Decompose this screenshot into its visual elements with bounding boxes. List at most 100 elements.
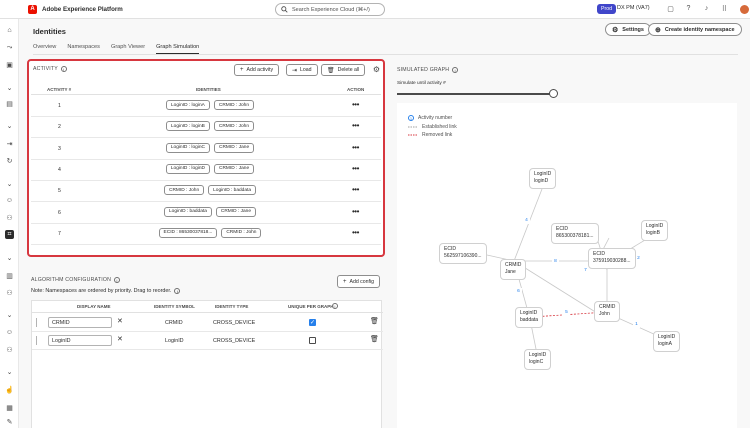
drag-handle[interactable]	[36, 318, 40, 327]
help-icon[interactable]: ?	[684, 4, 693, 13]
monitoring-icon[interactable]: ▦	[5, 403, 14, 412]
delete-all-button[interactable]: 🗑 Delete all	[321, 64, 366, 76]
sandbox-badge[interactable]: Prod	[597, 4, 616, 14]
org-switcher[interactable]: DX PM (VA7)	[617, 5, 650, 11]
add-activity-button[interactable]: + Add activity	[234, 64, 280, 76]
profiles-icon[interactable]: ☺	[5, 196, 14, 205]
more-actions-icon[interactable]: •••	[352, 143, 359, 152]
info-icon[interactable]: i	[332, 303, 338, 309]
identity-chip[interactable]: LoginID : loginA	[166, 100, 210, 110]
more-actions-icon[interactable]: •••	[352, 164, 359, 173]
identity-chip[interactable]: LoginID : baddata	[208, 185, 256, 196]
chevron-down-icon[interactable]: ⌄	[5, 121, 14, 130]
identity-chip[interactable]: LoginID : loginB	[166, 121, 210, 132]
dashboards-icon[interactable]: ▤	[5, 99, 14, 108]
search-input[interactable]: Search Experience Cloud (⌘+/)	[275, 3, 385, 16]
more-actions-icon[interactable]: •••	[352, 185, 359, 194]
more-actions-icon[interactable]: •••	[352, 100, 359, 109]
app-switcher-icon[interactable]: ⠿	[720, 4, 729, 13]
avatar[interactable]	[740, 5, 749, 14]
activity-row[interactable]: 5 CRMID : John LoginID : baddata •••	[31, 181, 381, 203]
info-icon[interactable]: i	[174, 288, 181, 294]
settings-button[interactable]: ⚙ Settings	[605, 23, 651, 36]
more-actions-icon[interactable]: •••	[352, 228, 359, 237]
activity-row[interactable]: 4 LoginID : loginD CRMID : Jane •••	[31, 160, 381, 181]
identity-chip[interactable]: CRMID : Jane	[214, 142, 255, 153]
activity-row[interactable]: 6 LoginID : baddata CRMID : Jane •••	[31, 203, 381, 224]
identity-chip[interactable]: ECID : 86530037818...	[158, 227, 218, 238]
adobe-logo[interactable]: A	[28, 4, 37, 14]
display-name-field[interactable]: CRMID	[48, 317, 112, 328]
connections-icon[interactable]: ⚇	[5, 288, 14, 297]
edit-icon[interactable]: ✎	[5, 417, 14, 426]
node-value: Jane	[505, 269, 516, 276]
node-loginB[interactable]: LoginID loginB	[641, 220, 669, 241]
close-icon[interactable]: ✕	[117, 335, 123, 343]
config-row[interactable]: CRMID ✕ CRMID CROSS_DEVICE ✓ 🗑	[32, 314, 383, 332]
load-label: Load	[300, 67, 312, 73]
add-config-button[interactable]: + Add config	[337, 275, 381, 288]
node-baddata[interactable]: LoginID baddata	[515, 307, 544, 328]
home-icon[interactable]: ⌂	[5, 26, 14, 35]
identities-icon[interactable]: ⌗	[5, 230, 14, 239]
display-name-field[interactable]: LoginID	[48, 335, 112, 346]
header-identity-symbol: IDENTITY SYMBOL	[154, 304, 195, 309]
trash-icon[interactable]: 🗑	[370, 317, 379, 325]
notifications-icon[interactable]: ♪	[702, 4, 711, 13]
node-loginC[interactable]: LoginID loginC	[524, 349, 552, 370]
simulate-slider-handle[interactable]	[549, 89, 558, 98]
queries-icon[interactable]: ↻	[5, 156, 14, 165]
feedback-icon[interactable]: ▢	[666, 4, 675, 13]
chevron-down-icon[interactable]: ⌄	[5, 179, 14, 188]
groups-icon[interactable]: ⚇	[5, 345, 14, 354]
node-jane[interactable]: CRMID Jane	[500, 259, 527, 280]
identity-chips: LoginID : loginD CRMID : Jane	[31, 163, 383, 174]
config-row[interactable]: LoginID ✕ LoginID CROSS_DEVICE 🗑	[32, 332, 383, 350]
identity-chip[interactable]: CRMID : John	[164, 185, 205, 196]
activity-row[interactable]: 2 LoginID : loginB CRMID : John •••	[31, 117, 381, 139]
create-namespace-button[interactable]: ⊕ Create identity namespace	[648, 23, 742, 36]
identity-chip[interactable]: CRMID : John	[213, 100, 254, 110]
trash-icon[interactable]: 🗑	[370, 335, 379, 343]
identity-chip[interactable]: CRMID : Jane	[214, 163, 255, 174]
activity-row[interactable]: 7 ECID : 86530037818... CRMID : John •••	[31, 224, 381, 245]
node-ecid-865[interactable]: ECID 865300378181...	[551, 223, 599, 244]
sources-icon[interactable]: ⇥	[5, 139, 14, 148]
identity-chip[interactable]: LoginID : loginD	[165, 163, 210, 174]
privacy-icon[interactable]: ☝	[5, 385, 14, 394]
drag-handle[interactable]	[36, 336, 40, 345]
unique-checkbox[interactable]	[309, 337, 316, 344]
node-loginD[interactable]: LoginID loginD	[529, 168, 557, 189]
analytics-icon[interactable]: ▥	[5, 271, 14, 280]
catalog-icon[interactable]: ▣	[5, 60, 14, 69]
load-button[interactable]: ⇥ Load	[286, 64, 318, 76]
info-icon[interactable]: i	[452, 67, 459, 73]
node-john[interactable]: CRMID John	[594, 301, 621, 322]
chevron-down-icon[interactable]: ⌄	[5, 310, 14, 319]
identity-chip[interactable]: CRMID : John	[213, 121, 254, 132]
activity-row[interactable]: 1 LoginID : loginA CRMID : John •••	[31, 96, 381, 117]
node-ecid-375[interactable]: ECID 375919030288...	[588, 248, 636, 269]
info-icon[interactable]: i	[60, 66, 67, 72]
unique-checkbox[interactable]: ✓	[309, 319, 316, 326]
more-actions-icon[interactable]: •••	[352, 121, 359, 130]
app-title[interactable]: Adobe Experience Platform	[42, 6, 123, 13]
identity-chip[interactable]: CRMID : John	[221, 227, 262, 238]
graph-canvas: 1 Activity number Established link Remov…	[397, 103, 737, 428]
chevron-down-icon[interactable]: ⌄	[5, 253, 14, 262]
workflows-icon[interactable]: ⤳	[5, 43, 14, 52]
chevron-down-icon[interactable]: ⌄	[5, 367, 14, 376]
identity-chip[interactable]: LoginID : baddata	[164, 206, 212, 217]
identity-chip[interactable]: CRMID : Jane	[215, 206, 256, 217]
info-icon[interactable]: i	[114, 277, 121, 283]
users-icon[interactable]: ☺	[5, 328, 14, 337]
chevron-down-icon[interactable]: ⌄	[5, 83, 14, 92]
segments-icon[interactable]: ⚇	[5, 213, 14, 222]
close-icon[interactable]: ✕	[117, 317, 123, 325]
node-loginA[interactable]: LoginID loginA	[653, 331, 681, 352]
more-actions-icon[interactable]: •••	[352, 207, 359, 216]
gear-icon[interactable]: ⚙	[372, 65, 381, 74]
node-ecid-562[interactable]: ECID 562597106390...	[439, 243, 487, 264]
identity-chip[interactable]: LoginID : loginC	[165, 142, 210, 153]
activity-row[interactable]: 3 LoginID : loginC CRMID : Jane •••	[31, 139, 381, 160]
